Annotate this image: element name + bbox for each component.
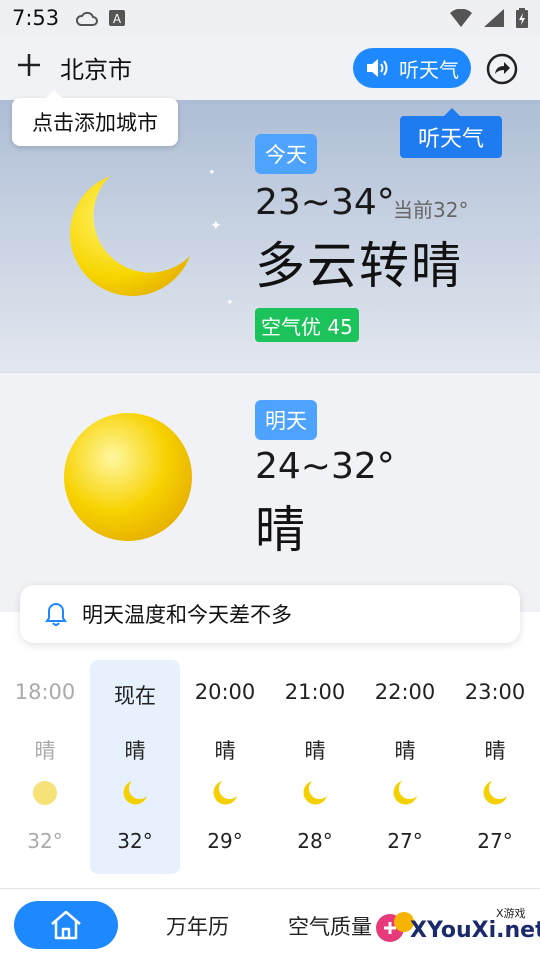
today-temp-range: 23~34° xyxy=(255,182,395,223)
nav-home-button[interactable] xyxy=(14,901,118,949)
tomorrow-temp-range: 24~32° xyxy=(255,446,395,487)
hourly-item[interactable]: 21:00 晴 28° xyxy=(270,660,360,874)
app-notification-icon: A xyxy=(109,10,126,26)
star-icon: ✦ xyxy=(210,218,222,234)
moon-icon xyxy=(393,781,417,805)
hourly-item[interactable]: 23:00 晴 27° xyxy=(450,660,540,874)
nav-calendar[interactable]: 万年历 xyxy=(166,911,229,941)
city-name[interactable]: 北京市 xyxy=(60,50,132,85)
watermark-text: XYouXi.net xyxy=(410,918,540,943)
signal-icon xyxy=(484,9,504,27)
moon-icon xyxy=(213,781,237,805)
moon-icon xyxy=(123,781,147,805)
battery-icon xyxy=(516,8,528,28)
hour-temp: 27° xyxy=(387,829,423,853)
today-condition: 多云转晴 xyxy=(255,237,463,295)
bell-icon xyxy=(45,602,67,626)
hour-condition: 晴 xyxy=(124,739,146,763)
star-icon: ✦ xyxy=(208,168,216,178)
tomorrow-badge: 明天 xyxy=(255,400,317,440)
cloud-icon xyxy=(76,11,99,26)
star-icon: ✦ xyxy=(226,298,234,308)
svg-text:A: A xyxy=(113,12,122,26)
forecast-notice[interactable]: 明天温度和今天差不多 xyxy=(20,585,520,643)
share-icon[interactable] xyxy=(486,53,518,85)
top-bar: 北京市 听天气 xyxy=(0,36,540,100)
current-temp: 当前32° xyxy=(393,198,469,222)
add-city-tooltip[interactable]: 点击添加城市 xyxy=(12,90,178,146)
hour-temp: 28° xyxy=(297,829,333,853)
add-city-plus-icon[interactable] xyxy=(14,50,44,80)
moon-icon xyxy=(303,781,327,805)
aqi-badge[interactable]: 空气优 45 xyxy=(255,308,359,342)
tomorrow-condition: 晴 xyxy=(255,501,307,559)
sun-icon xyxy=(33,781,57,805)
hour-time: 23:00 xyxy=(464,680,526,704)
hourly-item[interactable]: 20:00 晴 29° xyxy=(180,660,270,874)
hour-condition: 晴 xyxy=(394,739,416,763)
hour-temp: 29° xyxy=(207,829,243,853)
hour-condition: 晴 xyxy=(304,739,326,763)
notice-text: 明天温度和今天差不多 xyxy=(82,603,292,627)
hour-condition: 晴 xyxy=(484,739,506,763)
hour-temp: 32° xyxy=(117,829,153,853)
hour-time: 21:00 xyxy=(284,680,346,704)
hour-condition: 晴 xyxy=(214,739,236,763)
hour-time: 22:00 xyxy=(374,680,436,704)
hour-temp: 27° xyxy=(477,829,513,853)
hour-time: 现在 xyxy=(114,684,156,708)
home-icon xyxy=(51,910,81,940)
hour-condition: 晴 xyxy=(34,739,56,763)
hourly-item-current[interactable]: 现在 晴 32° xyxy=(90,660,180,874)
speaker-icon xyxy=(367,59,388,77)
hour-time: 20:00 xyxy=(194,680,256,704)
moon-icon xyxy=(70,176,190,296)
status-bar: 7:53 A xyxy=(0,0,540,36)
listen-weather-button[interactable]: 听天气 xyxy=(353,48,471,88)
status-time: 7:53 xyxy=(12,6,60,30)
moon-icon xyxy=(483,781,507,805)
hourly-item[interactable]: 18:00 晴 32° xyxy=(0,660,90,874)
hour-time: 18:00 xyxy=(14,680,76,704)
today-badge: 今天 xyxy=(255,134,317,174)
wifi-icon xyxy=(450,9,472,27)
hour-temp: 32° xyxy=(27,829,63,853)
sun-icon xyxy=(64,413,192,541)
nav-air-quality[interactable]: 空气质量 xyxy=(288,911,372,941)
hourly-item[interactable]: 22:00 晴 27° xyxy=(360,660,450,874)
listen-weather-tooltip[interactable]: 听天气 xyxy=(400,108,502,158)
listen-weather-label: 听天气 xyxy=(399,57,459,82)
